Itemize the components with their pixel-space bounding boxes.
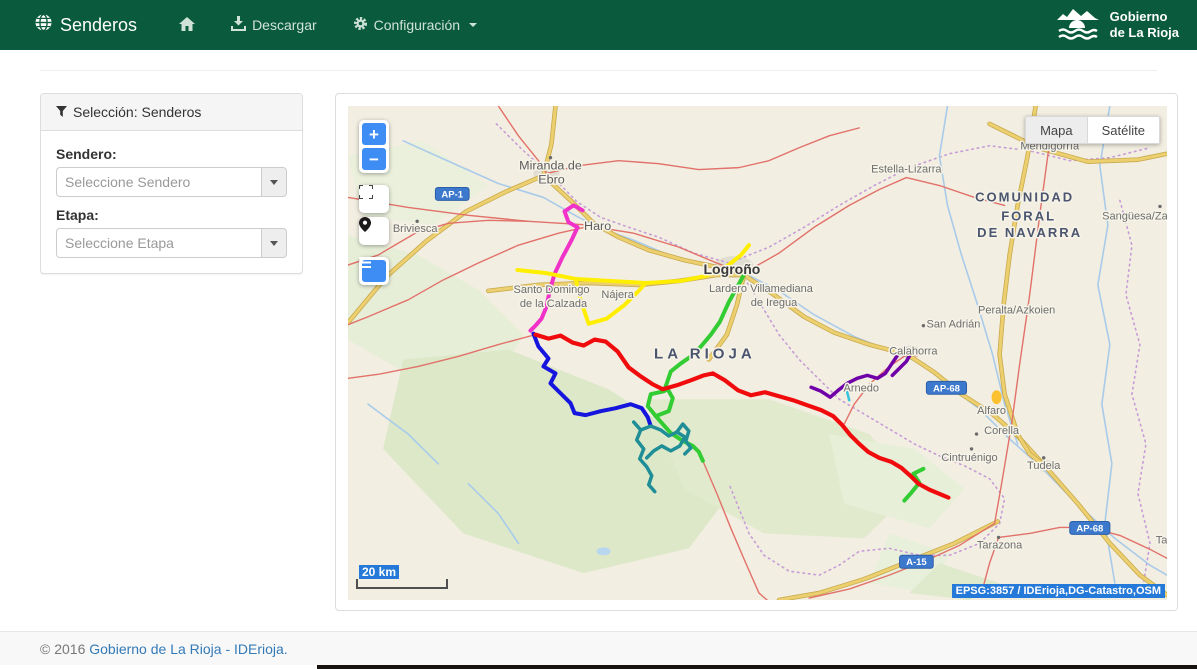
road-minor bbox=[546, 128, 859, 174]
chevron-down-icon bbox=[469, 23, 477, 27]
fullscreen-control bbox=[359, 185, 389, 213]
map-label: Tauste bbox=[1156, 534, 1167, 546]
scale-bar: 20 km bbox=[356, 579, 448, 589]
sendero-input[interactable] bbox=[56, 167, 261, 197]
copyright-text: © 2016 bbox=[40, 641, 89, 657]
map-label: San Adrián bbox=[927, 319, 981, 331]
town-dot bbox=[1158, 205, 1161, 208]
town-dot bbox=[922, 324, 925, 327]
trail-magenta[interactable] bbox=[530, 205, 582, 330]
fullscreen-icon bbox=[359, 185, 373, 199]
brand-label: Senderos bbox=[60, 15, 137, 36]
map-label: Miranda de bbox=[519, 159, 582, 173]
map-label: Tudela bbox=[1027, 460, 1061, 472]
map-label: Cintruénigo bbox=[941, 452, 997, 464]
layers-icon bbox=[359, 257, 371, 268]
zoom-in-button[interactable]: + bbox=[362, 123, 386, 145]
map-svg[interactable]: Miranda deEbro Haro Briviesca Santo Domingo… bbox=[348, 106, 1167, 600]
map-label: Calahorra bbox=[889, 346, 938, 358]
selection-panel-title: Selección: Senderos bbox=[73, 104, 201, 120]
download-icon bbox=[231, 16, 246, 34]
map-attribution: EPSG:3857 / IDErioja,DG-Catastro,OSM bbox=[952, 584, 1165, 598]
chevron-down-icon bbox=[270, 241, 278, 246]
gobierno-logo: Gobierno de La Rioja bbox=[1055, 6, 1179, 45]
map-label: FORAL bbox=[1001, 208, 1056, 223]
map-label: Corella bbox=[984, 425, 1020, 437]
town-dot bbox=[970, 447, 973, 450]
logo-line2: de La Rioja bbox=[1110, 25, 1179, 41]
map-canvas[interactable]: Miranda deEbro Haro Briviesca Santo Domingo… bbox=[348, 106, 1167, 600]
map-type-satellite-button[interactable]: Satélite bbox=[1088, 116, 1160, 144]
sendero-label: Sendero: bbox=[56, 146, 287, 162]
map-label: Ebro bbox=[538, 173, 565, 187]
nav-descargar-label: Descargar bbox=[252, 17, 317, 33]
window-edge bbox=[317, 665, 1197, 669]
map-label: Arnedo bbox=[843, 382, 879, 394]
navbar: Senderos Descargar Configuración Gobiern… bbox=[0, 0, 1197, 50]
map-label: Lardero Villamediana bbox=[709, 283, 814, 295]
filter-icon bbox=[56, 104, 67, 120]
map-label: Estella-Lizarra bbox=[871, 164, 942, 176]
nav-configuracion[interactable]: Configuración bbox=[339, 1, 491, 49]
map-label: de Iregua bbox=[751, 297, 798, 309]
zoom-out-button[interactable]: − bbox=[362, 148, 386, 170]
layers-control bbox=[359, 257, 389, 285]
rioja-emblem-icon bbox=[1055, 6, 1101, 45]
etapa-dropdown-button[interactable] bbox=[261, 228, 287, 258]
chevron-down-icon bbox=[270, 180, 278, 185]
nav-home[interactable] bbox=[165, 2, 209, 49]
town-dot bbox=[975, 432, 978, 435]
map-type-map-button[interactable]: Mapa bbox=[1025, 116, 1088, 144]
map-label: Alfaro bbox=[977, 405, 1006, 417]
map-type-control: Mapa Satélite bbox=[1025, 116, 1160, 144]
sendero-dropdown-button[interactable] bbox=[261, 167, 287, 197]
map-label: LA RIOJA bbox=[654, 346, 756, 363]
scale-label: 20 km bbox=[359, 565, 399, 579]
nav-descargar[interactable]: Descargar bbox=[217, 1, 331, 49]
home-icon bbox=[179, 17, 195, 34]
road-shield-label: AP-68 bbox=[1076, 523, 1103, 534]
etapa-input[interactable] bbox=[56, 228, 261, 258]
map-pin-icon bbox=[359, 217, 371, 232]
road-minor bbox=[744, 178, 1005, 273]
header-divider bbox=[40, 70, 1157, 71]
globe-icon bbox=[35, 14, 52, 36]
map-label: Haro bbox=[584, 219, 611, 233]
gear-icon bbox=[353, 16, 368, 34]
etapa-label: Etapa: bbox=[56, 207, 287, 223]
selection-panel: Selección: Senderos Sendero: Etapa: bbox=[40, 93, 303, 274]
fullscreen-button[interactable] bbox=[362, 188, 386, 210]
map-label: Peralta/Azkoien bbox=[978, 305, 1055, 317]
map-label: COMUNIDAD bbox=[975, 189, 1074, 204]
road-shield-label: AP-68 bbox=[933, 383, 960, 394]
map-label: Sangüesa/Zangoza bbox=[1102, 210, 1167, 222]
logo-line1: Gobierno bbox=[1110, 9, 1179, 25]
zoom-control: + − bbox=[359, 120, 389, 173]
map-label: DE NAVARRA bbox=[977, 225, 1082, 240]
map-label: Briviesca bbox=[393, 223, 439, 235]
map-label: Santo Domingo bbox=[514, 284, 590, 296]
map-label: de la Calzada bbox=[520, 298, 588, 310]
map-card: Miranda deEbro Haro Briviesca Santo Domingo… bbox=[335, 93, 1178, 611]
map-label: Logroño bbox=[703, 261, 760, 277]
admin-boundary bbox=[1120, 200, 1150, 593]
lake bbox=[597, 547, 611, 555]
layers-button[interactable] bbox=[362, 260, 386, 282]
iderioja-link[interactable]: Gobierno de La Rioja - IDErioja. bbox=[89, 641, 287, 657]
footer: © 2016 Gobierno de La Rioja - IDErioja. bbox=[0, 631, 1197, 665]
poi-marker bbox=[992, 390, 1002, 404]
brand[interactable]: Senderos bbox=[35, 14, 137, 36]
nav-configuracion-label: Configuración bbox=[374, 17, 460, 33]
river bbox=[1098, 106, 1115, 583]
locate-control bbox=[359, 217, 389, 245]
map-label: Tarazona bbox=[977, 539, 1023, 551]
marker-button[interactable] bbox=[362, 220, 386, 242]
road-shield-label: A-15 bbox=[906, 557, 927, 568]
map-label: Nájera bbox=[601, 289, 634, 301]
road-shield-label: AP-1 bbox=[441, 189, 463, 200]
selection-panel-header: Selección: Senderos bbox=[41, 94, 302, 131]
